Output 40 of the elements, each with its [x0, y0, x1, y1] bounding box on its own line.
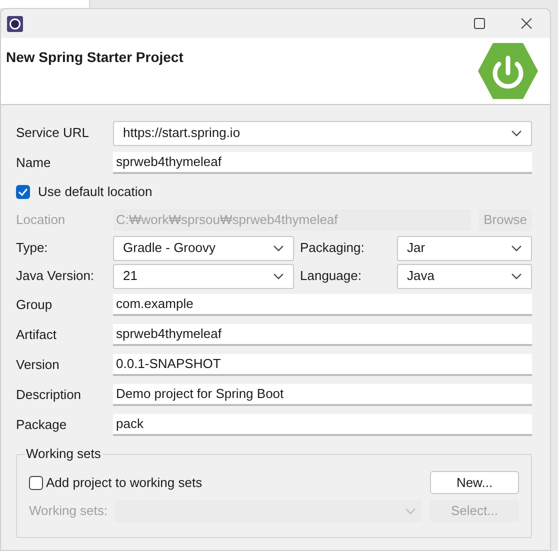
field-label: Packaging: — [300, 239, 366, 258]
field-label: Version — [16, 356, 60, 374]
field-label: Type: — [16, 239, 49, 258]
dropdown[interactable]: https://start.spring.io — [113, 120, 532, 146]
group-title: Working sets — [25, 446, 102, 462]
chevron-down-icon — [405, 508, 416, 514]
text-field[interactable]: com.example — [113, 294, 532, 316]
checkbox-label: Add project to working sets — [46, 474, 202, 492]
field-label: Group — [16, 296, 54, 314]
text-field[interactable]: sprweb4thymeleaf — [113, 324, 532, 346]
text-field[interactable]: Demo project for Spring Boot — [113, 384, 532, 406]
field-label: Location — [16, 211, 66, 230]
close-icon[interactable] — [521, 18, 532, 29]
dropdown[interactable]: Java — [397, 264, 532, 288]
field-label: Language: — [300, 267, 362, 286]
chevron-down-icon — [511, 244, 522, 252]
text-field[interactable]: pack — [113, 414, 532, 436]
field-label: Name — [16, 154, 52, 172]
checkmark-icon — [18, 188, 28, 196]
dropdown[interactable]: Gradle - Groovy — [113, 236, 294, 260]
dropdown[interactable]: Jar — [397, 236, 532, 260]
chevron-down-icon — [511, 272, 522, 280]
field-label: Service URL — [16, 124, 90, 142]
chevron-down-icon — [273, 244, 284, 252]
field-label: Package — [16, 416, 68, 434]
text-field[interactable]: 0.0.1-SNAPSHOT — [113, 354, 532, 376]
checkbox[interactable] — [16, 185, 30, 199]
field-label: Description — [16, 386, 82, 404]
field-label: Java Version: — [16, 267, 96, 286]
power-logo-icon — [478, 43, 538, 99]
field-label: Artifact — [16, 326, 58, 344]
dropdown[interactable]: 21 — [113, 264, 294, 288]
field-label: Working sets: — [29, 502, 109, 520]
checkbox-label: Use default location — [38, 183, 152, 202]
dialog-title: New Spring Starter Project — [6, 48, 184, 67]
chevron-down-icon — [273, 272, 284, 280]
text-field[interactable]: sprweb4thymeleaf — [113, 152, 532, 174]
app-icon — [7, 16, 23, 32]
maximize-icon[interactable] — [474, 18, 485, 29]
chevron-down-icon — [511, 130, 522, 136]
